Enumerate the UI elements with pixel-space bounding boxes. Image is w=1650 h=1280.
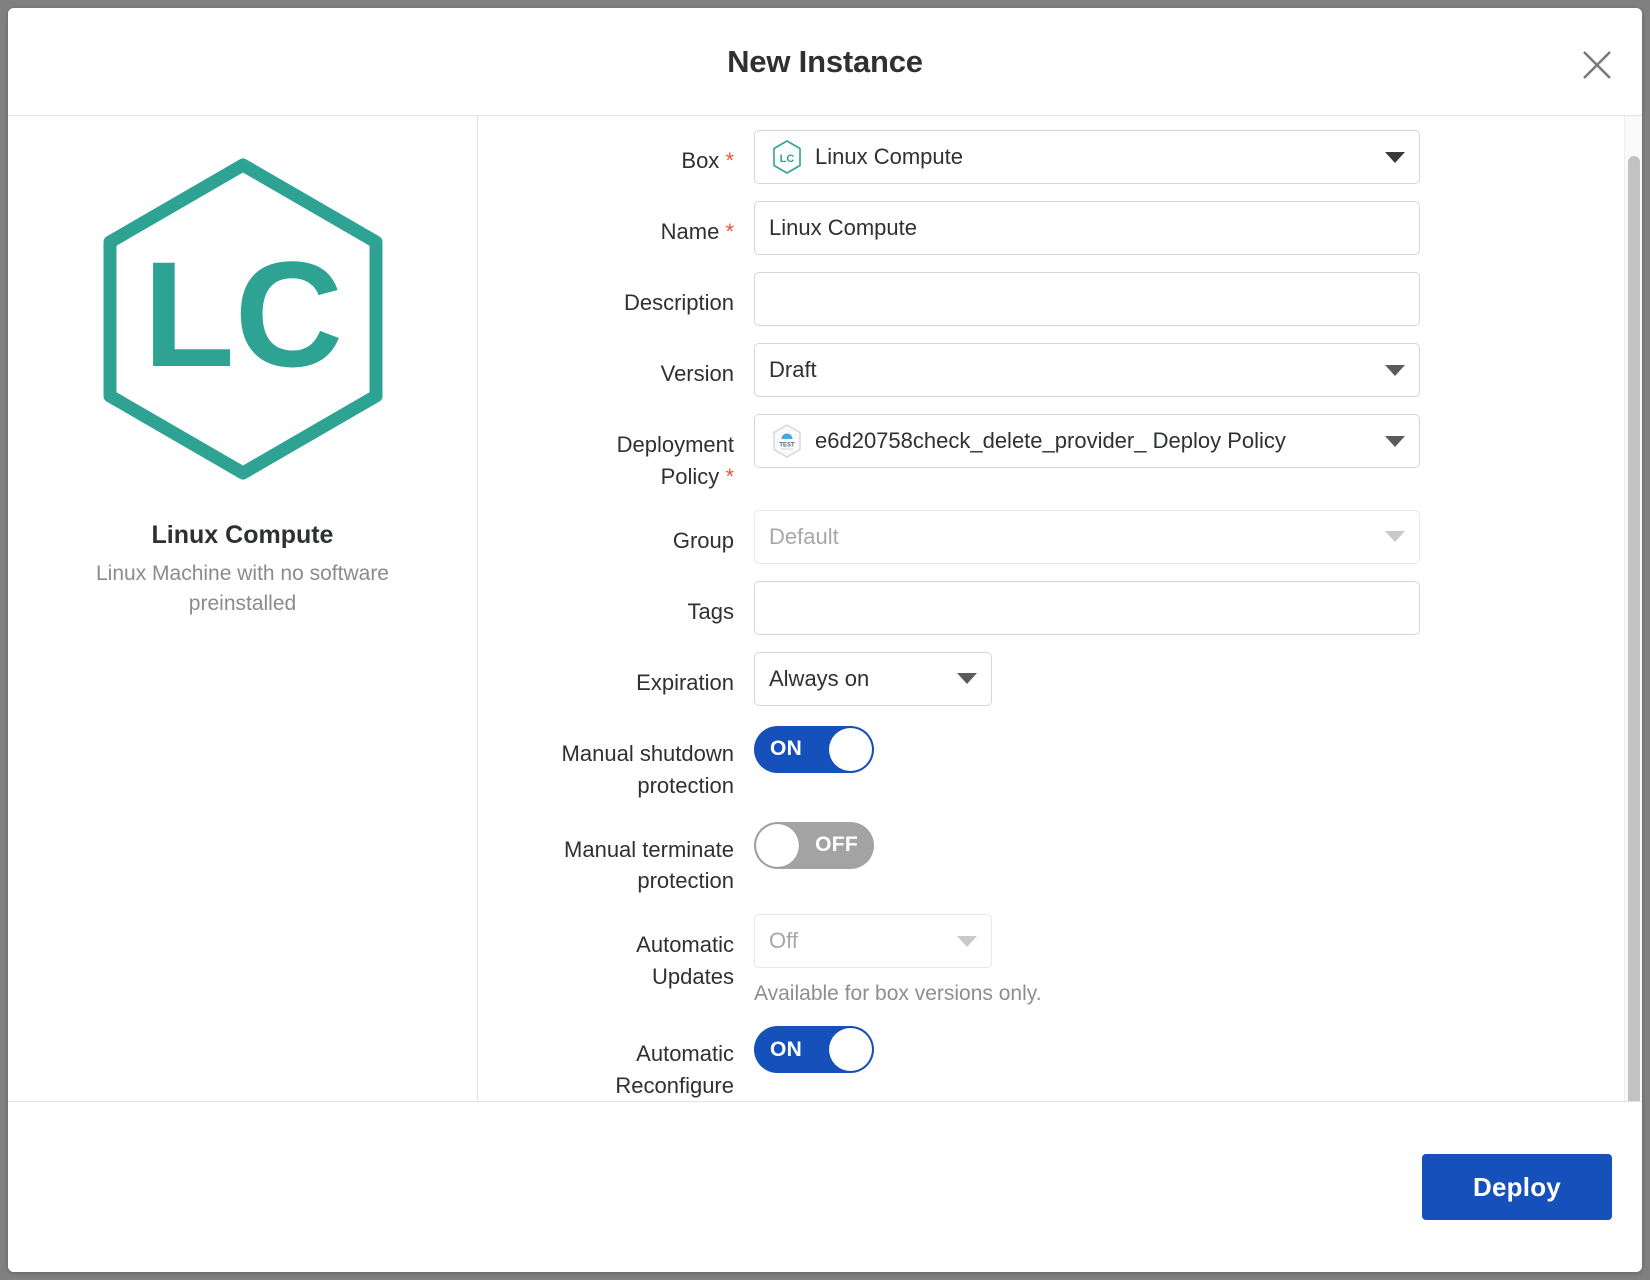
deploy-button[interactable]: Deploy <box>1422 1154 1612 1220</box>
form-row-manual-shutdown-protection: Manual shutdown protection ON <box>478 723 1624 802</box>
version-select-value: Draft <box>769 357 817 382</box>
box-preview-name: Linux Compute <box>151 521 334 549</box>
deployment-policy-required-marker: * <box>725 463 734 489</box>
dialog-body: LC Linux Compute Linux Machine with no s… <box>8 116 1642 1102</box>
form-row-tags: Tags <box>478 580 1624 635</box>
box-select[interactable]: LC Linux Compute <box>754 130 1420 184</box>
automatic-updates-label-line1: Automatic <box>636 932 734 958</box>
group-label: Group <box>672 527 734 553</box>
box-required-marker: * <box>725 148 734 173</box>
name-input[interactable]: Linux Compute <box>754 201 1420 255</box>
automatic-reconfigure-toggle[interactable]: ON <box>754 1026 874 1074</box>
name-input-value: Linux Compute <box>769 215 917 240</box>
form-row-name: Name * Linux Compute <box>478 201 1624 255</box>
automatic-updates-label: Automatic Updates <box>478 914 754 993</box>
automatic-reconfigure-label: Automatic Reconfigure <box>478 1023 754 1101</box>
expiration-select[interactable]: Always on <box>754 651 992 706</box>
manual-shutdown-protection-state: ON <box>770 737 803 761</box>
box-label-text: Box <box>681 148 720 173</box>
form-row-deployment-policy: Deployment Policy * TEST e6d20758check_d… <box>478 414 1624 493</box>
automatic-updates-select[interactable]: Off <box>754 914 992 969</box>
deployment-policy-label-line1: Deployment <box>616 432 734 457</box>
manual-terminate-protection-state: OFF <box>815 833 858 857</box>
expiration-label: Expiration <box>636 669 734 695</box>
dialog-footer: Deploy <box>8 1102 1642 1272</box>
manual-shutdown-label-line1: Manual shutdown <box>561 740 734 766</box>
automatic-reconfigure-state: ON <box>770 1037 803 1061</box>
manual-shutdown-protection-label: Manual shutdown protection <box>478 723 754 802</box>
linux-compute-hex-icon: LC <box>773 140 801 174</box>
name-label-text: Name <box>660 219 720 244</box>
chevron-down-icon <box>1385 531 1405 543</box>
automatic-reconfigure-label-line1: Automatic <box>636 1041 734 1067</box>
new-instance-dialog: New Instance LC Linux Compute Linux Mach… <box>8 8 1642 1272</box>
tags-label: Tags <box>687 598 734 624</box>
description-label: Description <box>623 290 734 315</box>
box-preview-panel: LC Linux Compute Linux Machine with no s… <box>8 116 478 1101</box>
toggle-knob <box>756 823 799 867</box>
instance-form-panel: Box * LC Linux Compute Name * Linux Comp… <box>478 116 1642 1101</box>
manual-terminate-protection-label: Manual terminate protection <box>478 819 754 898</box>
manual-terminate-protection-toggle[interactable]: OFF <box>754 821 874 869</box>
test-policy-hex-icon: TEST <box>773 424 801 458</box>
toggle-knob <box>829 727 872 771</box>
manual-shutdown-label-line2: protection <box>637 772 734 798</box>
manual-shutdown-protection-toggle[interactable]: ON <box>754 725 874 773</box>
manual-terminate-label-line1: Manual terminate <box>564 836 734 862</box>
chevron-down-icon <box>1385 364 1405 376</box>
close-icon[interactable] <box>1576 44 1618 86</box>
automatic-updates-label-line2: Updates <box>652 964 734 990</box>
instance-form: Box * LC Linux Compute Name * Linux Comp… <box>478 116 1624 1101</box>
tags-input[interactable] <box>754 580 1420 635</box>
manual-terminate-label-line2: protection <box>637 868 734 894</box>
box-label: Box * <box>478 130 754 177</box>
dialog-header: New Instance <box>8 8 1642 116</box>
chevron-down-icon <box>957 673 977 685</box>
box-select-value: Linux Compute <box>815 144 963 169</box>
form-row-automatic-updates: Automatic Updates Off Available for box … <box>478 914 1624 1006</box>
chevron-down-icon <box>1385 151 1405 163</box>
group-select-placeholder: Default <box>769 523 839 549</box>
form-row-manual-terminate-protection: Manual terminate protection OFF <box>478 819 1624 898</box>
deployment-policy-label-line2: Policy <box>660 463 720 489</box>
linux-compute-logo: LC <box>103 158 382 480</box>
toggle-knob <box>829 1028 872 1072</box>
form-row-version: Version Draft <box>478 343 1624 397</box>
name-label: Name * <box>478 201 754 248</box>
box-preview-description: Linux Machine with no software preinstal… <box>96 562 389 615</box>
form-row-box: Box * LC Linux Compute <box>478 130 1624 184</box>
chevron-down-icon <box>1385 435 1405 447</box>
expiration-select-value: Always on <box>769 665 870 691</box>
form-scrollbar[interactable] <box>1624 116 1642 1101</box>
form-row-group: Group Default <box>478 509 1624 564</box>
deployment-policy-label: Deployment Policy * <box>478 414 754 493</box>
group-select[interactable]: Default <box>754 509 1420 564</box>
form-row-expiration: Expiration Always on <box>478 651 1624 706</box>
description-input[interactable] <box>754 272 1420 326</box>
version-label: Version <box>660 361 734 386</box>
chevron-down-icon <box>957 935 977 947</box>
svg-text:LC: LC <box>780 153 795 165</box>
name-required-marker: * <box>725 219 734 244</box>
svg-text:TEST: TEST <box>779 443 795 449</box>
page-title: New Instance <box>727 43 923 79</box>
version-select[interactable]: Draft <box>754 343 1420 397</box>
form-row-automatic-reconfigure: Automatic Reconfigure ON <box>478 1023 1624 1101</box>
automatic-updates-hint: Available for box versions only. <box>754 982 1042 1006</box>
form-row-description: Description <box>478 272 1624 326</box>
form-scrollbar-thumb[interactable] <box>1628 156 1640 1101</box>
automatic-updates-placeholder: Off <box>769 928 798 954</box>
deployment-policy-select[interactable]: TEST e6d20758check_delete_provider_ Depl… <box>754 414 1420 468</box>
automatic-reconfigure-label-line2: Reconfigure <box>615 1073 734 1099</box>
svg-text:LC: LC <box>143 230 343 398</box>
deployment-policy-value: e6d20758check_delete_provider_ Deploy Po… <box>815 428 1286 453</box>
